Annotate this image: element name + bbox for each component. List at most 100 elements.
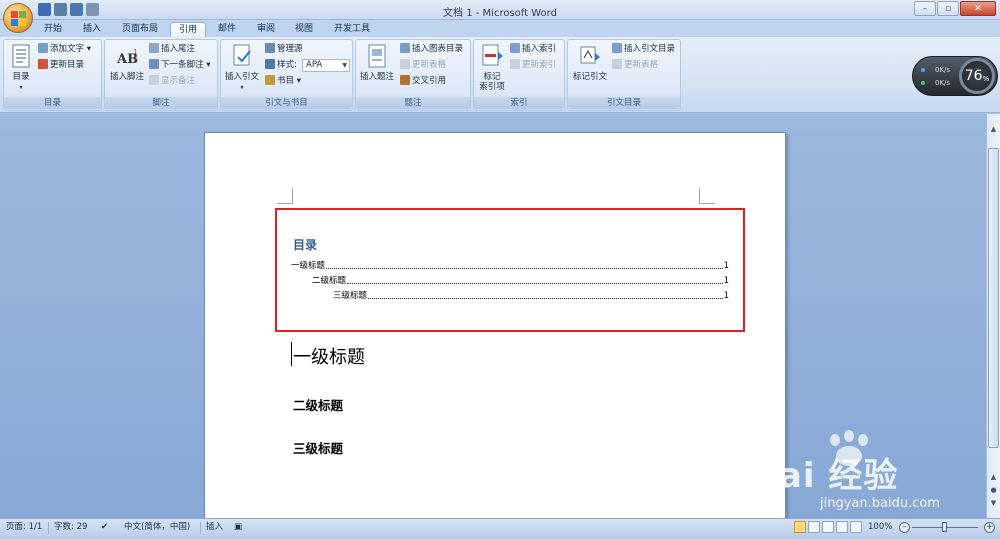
toc-entry-2[interactable]: 二级标题 1 [312, 276, 729, 287]
toc-entry-1[interactable]: 一级标题 1 [291, 261, 729, 272]
tab-references[interactable]: 引用 [170, 22, 207, 37]
draft-view-icon[interactable] [850, 521, 862, 533]
insert-index-button[interactable]: 插入索引 [510, 43, 556, 56]
select-browse-object-icon[interactable]: ● [988, 485, 999, 496]
upload-speed: 0K/s [935, 66, 951, 74]
chevron-down-icon: ▼ [342, 62, 347, 69]
zoom-level[interactable]: 100% [868, 522, 892, 533]
prev-page-icon[interactable]: ▲ [988, 472, 999, 483]
show-notes-button[interactable]: 显示备注 [149, 75, 195, 88]
insert-toa-icon [612, 43, 622, 53]
scroll-thumb[interactable] [988, 148, 999, 448]
toc-leader [347, 276, 723, 284]
scroll-up-icon[interactable]: ▲ [988, 124, 999, 135]
bibliography-button[interactable]: 书目 ▾ [265, 75, 301, 88]
show-notes-label: 显示备注 [161, 76, 196, 86]
outline-view-icon[interactable] [836, 521, 848, 533]
captions-group-label: 题注 [356, 97, 470, 109]
insert-footnote-label: 插入脚注 [109, 72, 144, 82]
group-citations: 插入引文 ▾ 管理源 样式: APA ▼ 书目 ▾ 引文与书目 [220, 39, 353, 111]
bibliography-label: 书目 [277, 76, 295, 86]
toc-icon [9, 44, 33, 70]
baidu-watermark: Bai 经验 jingyan.baidu.com [752, 430, 952, 520]
table-of-figures-icon [400, 43, 410, 53]
print-layout-view-icon[interactable] [794, 521, 806, 533]
insert-footnote-button[interactable]: AB 1 插入脚注 [107, 44, 147, 82]
toc-entry-text: 二级标题 [312, 276, 347, 286]
endnote-icon [149, 43, 159, 53]
toc-button[interactable]: 目录 ▾ [8, 44, 34, 93]
group-index: 标记 索引项 插入索引 更新索引 索引 [473, 39, 565, 111]
insert-endnote-button[interactable]: 插入尾注 [149, 43, 195, 56]
zoom-slider-thumb[interactable] [942, 522, 947, 532]
update-table-icon [400, 59, 410, 69]
cross-reference-button[interactable]: 交叉引用 [400, 75, 446, 88]
watermark-url: jingyan.baidu.com [820, 496, 940, 511]
toc-entry-3[interactable]: 三级标题 1 [333, 291, 729, 302]
usage-value: 76 [964, 68, 983, 84]
office-button[interactable] [3, 3, 33, 33]
insert-citation-label: 插入引文 [224, 72, 259, 82]
mark-entry-label: 标记 [483, 72, 501, 82]
insert-caption-button[interactable]: 插入题注 [358, 44, 396, 82]
toc-entry-text: 三级标题 [333, 291, 368, 301]
add-text-button[interactable]: 添加文字 ▾ [38, 43, 91, 56]
next-page-icon[interactable]: ▼ [988, 498, 999, 509]
insert-toa-label: 插入引文目录 [624, 44, 676, 54]
tab-review[interactable]: 审阅 [249, 22, 283, 37]
update-table-button[interactable]: 更新表格 [400, 59, 446, 72]
window-controls: – ▫ ✕ [914, 1, 996, 16]
zoom-out-button[interactable]: – [899, 522, 910, 533]
macro-record-icon[interactable]: ▣ [234, 522, 242, 533]
maximize-button[interactable]: ▫ [937, 1, 959, 16]
cross-reference-icon [400, 75, 410, 85]
vertical-scrollbar[interactable]: ▲ ▲ ● ▼ [986, 114, 1000, 518]
update-toa-button[interactable]: 更新表格 [612, 59, 658, 72]
add-text-label: 添加文字 [50, 44, 85, 54]
web-layout-view-icon[interactable] [822, 521, 834, 533]
tab-mailings[interactable]: 邮件 [210, 22, 244, 37]
download-speed: 0K/s [935, 79, 951, 87]
cross-reference-label: 交叉引用 [412, 76, 447, 86]
mark-citation-icon [578, 44, 602, 70]
page-count[interactable]: 页面: 1/1 [6, 522, 42, 533]
language-status[interactable]: 中文(简体，中国) [124, 522, 190, 533]
style-value: APA [306, 60, 323, 70]
toc-entry-text: 一级标题 [291, 261, 326, 271]
status-divider [200, 522, 201, 534]
style-icon [265, 59, 275, 69]
tab-view[interactable]: 视图 [287, 22, 321, 37]
next-footnote-button[interactable]: 下一条脚注 ▾ [149, 59, 210, 72]
tab-page-layout[interactable]: 页面布局 [114, 22, 166, 37]
close-button[interactable]: ✕ [960, 1, 996, 16]
show-notes-icon [149, 75, 159, 85]
insert-toa-button[interactable]: 插入引文目录 [612, 43, 675, 56]
insert-index-label: 插入索引 [522, 44, 557, 54]
status-divider [48, 522, 49, 534]
insert-mode[interactable]: 插入 [206, 522, 223, 533]
document-page[interactable]: 目录 一级标题 1 二级标题 1 三级标题 1 一级标题 二级标题 三级标题 [204, 132, 786, 518]
proofing-icon[interactable]: ✔ [101, 522, 108, 533]
word-count[interactable]: 字数: 29 [54, 522, 87, 533]
heading-3[interactable]: 三级标题 [293, 438, 343, 457]
zoom-in-button[interactable]: + [984, 522, 995, 533]
full-screen-view-icon[interactable] [808, 521, 820, 533]
update-index-button[interactable]: 更新索引 [510, 59, 556, 72]
manage-sources-icon [265, 43, 275, 53]
mark-entry-button[interactable]: 标记 索引项 [476, 44, 508, 92]
view-buttons [794, 521, 862, 533]
insert-citation-button[interactable]: 插入引文 ▾ [223, 44, 261, 93]
heading-2[interactable]: 二级标题 [293, 395, 343, 414]
manage-sources-button[interactable]: 管理源 [265, 43, 303, 56]
mark-citation-button[interactable]: 标记引文 [570, 44, 610, 82]
tab-insert[interactable]: 插入 [75, 22, 109, 37]
style-select[interactable]: APA ▼ [302, 59, 350, 72]
network-gauge-widget[interactable]: 0K/s 0K/s 76% [912, 56, 998, 96]
style-label: 样式: [265, 59, 297, 72]
heading-1[interactable]: 一级标题 [293, 343, 365, 369]
tab-home[interactable]: 开始 [36, 22, 70, 37]
update-toc-button[interactable]: 更新目录 [38, 59, 84, 72]
insert-table-of-figures-button[interactable]: 插入图表目录 [400, 43, 463, 56]
tab-developer[interactable]: 开发工具 [326, 22, 378, 37]
minimize-button[interactable]: – [914, 1, 936, 16]
